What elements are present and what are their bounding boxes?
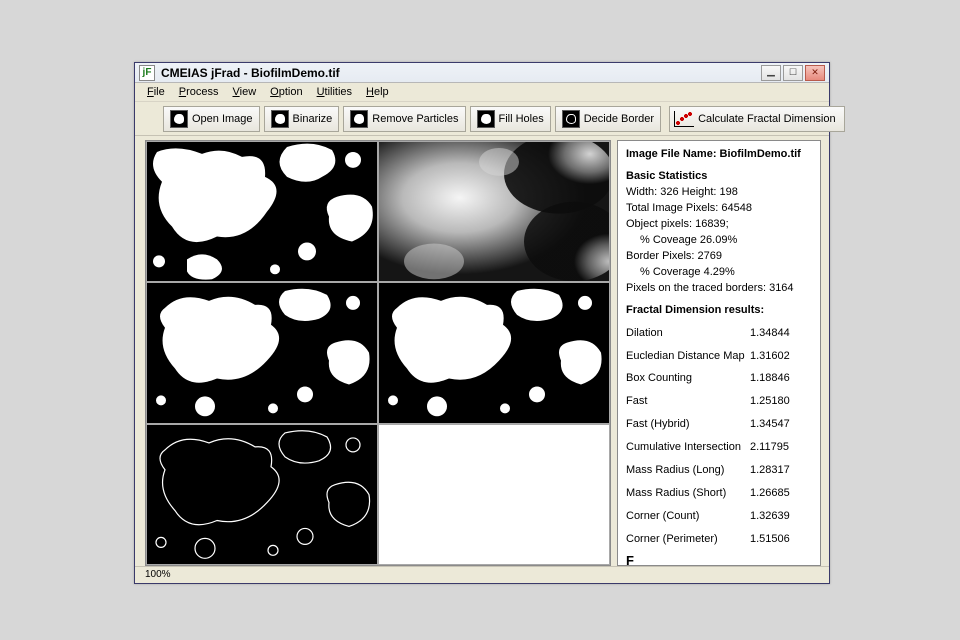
fractal-row: Mass Radius (Long)1.28317 (626, 463, 812, 479)
fractal-row-value: 1.34547 (750, 417, 806, 433)
filename-value: BiofilmDemo.tif (720, 148, 801, 160)
fractal-row-value: 1.32639 (750, 509, 806, 525)
menu-help[interactable]: Help (360, 85, 395, 99)
image-panel-cleaned-left[interactable] (146, 282, 378, 423)
binarize-icon (271, 110, 289, 128)
fractal-tail: F (626, 552, 812, 566)
app-icon: jF (139, 65, 155, 81)
menu-option[interactable]: Option (264, 85, 308, 99)
menu-process[interactable]: Process (173, 85, 225, 99)
fractal-row: Eucledian Distance Map1.31602 (626, 349, 812, 365)
fractal-row-label: Box Counting (626, 371, 750, 387)
fractal-row: Box Counting1.18846 (626, 371, 812, 387)
decide-border-label: Decide Border (584, 113, 654, 125)
fractal-row: Fast (Hybrid)1.34547 (626, 417, 812, 433)
decide-border-button[interactable]: Decide Border (555, 106, 661, 132)
stat-dims: Width: 326 Height: 198 (626, 185, 812, 201)
stat-traced-borders: Pixels on the traced borders: 3164 (626, 281, 812, 297)
decide-border-icon (562, 110, 580, 128)
fill-holes-icon (477, 110, 495, 128)
stat-border-pixels: Border Pixels: 2769 (626, 249, 812, 265)
image-grid (145, 140, 611, 566)
fractal-row-value: 1.34844 (750, 326, 806, 342)
basic-stats-title: Basic Statistics (626, 169, 812, 185)
open-image-icon (170, 110, 188, 128)
fractal-row-label: Dilation (626, 326, 750, 342)
status-zoom: 100% (145, 569, 171, 580)
calculate-fractal-label: Calculate Fractal Dimension (698, 113, 836, 125)
fractal-results-list: Dilation1.34844Eucledian Distance Map1.3… (626, 326, 812, 548)
window-title: CMEIAS jFrad - BiofilmDemo.tif (161, 66, 755, 80)
remove-particles-button[interactable]: Remove Particles (343, 106, 465, 132)
fractal-row: Mass Radius (Short)1.26685 (626, 486, 812, 502)
info-panel: Image File Name: BiofilmDemo.tif Basic S… (617, 140, 821, 566)
fractal-row-label: Mass Radius (Long) (626, 463, 750, 479)
fill-holes-label: Fill Holes (499, 113, 544, 125)
menubar: File Process View Option Utilities Help (135, 83, 829, 102)
fractal-row-label: Corner (Perimeter) (626, 532, 750, 548)
fractal-row-value: 1.26685 (750, 486, 806, 502)
remove-particles-icon (350, 110, 368, 128)
binarize-label: Binarize (293, 113, 333, 125)
toolbar: Open Image Binarize Remove Particles Fil… (135, 102, 829, 136)
stat-object-coverage: % Coveage 26.09% (626, 233, 812, 249)
statusbar: 100% (135, 566, 829, 583)
fractal-results-title: Fractal Dimension results: (626, 303, 812, 319)
fractal-row: Dilation1.34844 (626, 326, 812, 342)
fractal-row: Cumulative Intersection2.11795 (626, 440, 812, 456)
menu-utilities[interactable]: Utilities (311, 85, 358, 99)
close-button[interactable] (805, 65, 825, 81)
image-panel-binary[interactable] (146, 141, 378, 282)
fractal-row-value: 1.28317 (750, 463, 806, 479)
menu-view[interactable]: View (227, 85, 263, 99)
fractal-row-value: 1.51506 (750, 532, 806, 548)
image-panel-empty[interactable] (378, 424, 610, 565)
fractal-row-label: Eucledian Distance Map (626, 349, 750, 365)
image-panel-borders[interactable] (146, 424, 378, 565)
fractal-row-label: Cumulative Intersection (626, 440, 750, 456)
fractal-row: Corner (Count)1.32639 (626, 509, 812, 525)
minimize-button[interactable] (761, 65, 781, 81)
menu-file[interactable]: File (141, 85, 171, 99)
fractal-row-label: Mass Radius (Short) (626, 486, 750, 502)
content-area: Image File Name: BiofilmDemo.tif Basic S… (135, 136, 829, 566)
filename-label: Image File Name: (626, 148, 716, 160)
open-image-button[interactable]: Open Image (163, 106, 260, 132)
window-buttons (761, 65, 825, 81)
stat-border-coverage: % Coverage 4.29% (626, 265, 812, 281)
calculate-fractal-button[interactable]: Calculate Fractal Dimension (669, 106, 845, 132)
image-panel-grayscale[interactable] (378, 141, 610, 282)
fractal-row-value: 1.25180 (750, 394, 806, 410)
binarize-button[interactable]: Binarize (264, 106, 340, 132)
image-panel-cleaned-right[interactable] (378, 282, 610, 423)
maximize-button[interactable] (783, 65, 803, 81)
filename-line: Image File Name: BiofilmDemo.tif (626, 147, 812, 163)
fill-holes-button[interactable]: Fill Holes (470, 106, 551, 132)
fractal-row-value: 1.18846 (750, 371, 806, 387)
open-image-label: Open Image (192, 113, 253, 125)
fractal-row-value: 2.11795 (750, 440, 806, 456)
stat-total-pixels: Total Image Pixels: 64548 (626, 201, 812, 217)
fractal-row-label: Fast (Hybrid) (626, 417, 750, 433)
scatter-plot-icon (674, 111, 694, 127)
fractal-row: Fast1.25180 (626, 394, 812, 410)
fractal-row: Corner (Perimeter)1.51506 (626, 532, 812, 548)
app-window: jF CMEIAS jFrad - BiofilmDemo.tif File P… (134, 62, 830, 584)
fractal-row-label: Fast (626, 394, 750, 410)
stat-object-pixels: Object pixels: 16839; (626, 217, 812, 233)
fractal-row-value: 1.31602 (750, 349, 806, 365)
remove-particles-label: Remove Particles (372, 113, 458, 125)
titlebar[interactable]: jF CMEIAS jFrad - BiofilmDemo.tif (135, 63, 829, 83)
fractal-row-label: Corner (Count) (626, 509, 750, 525)
